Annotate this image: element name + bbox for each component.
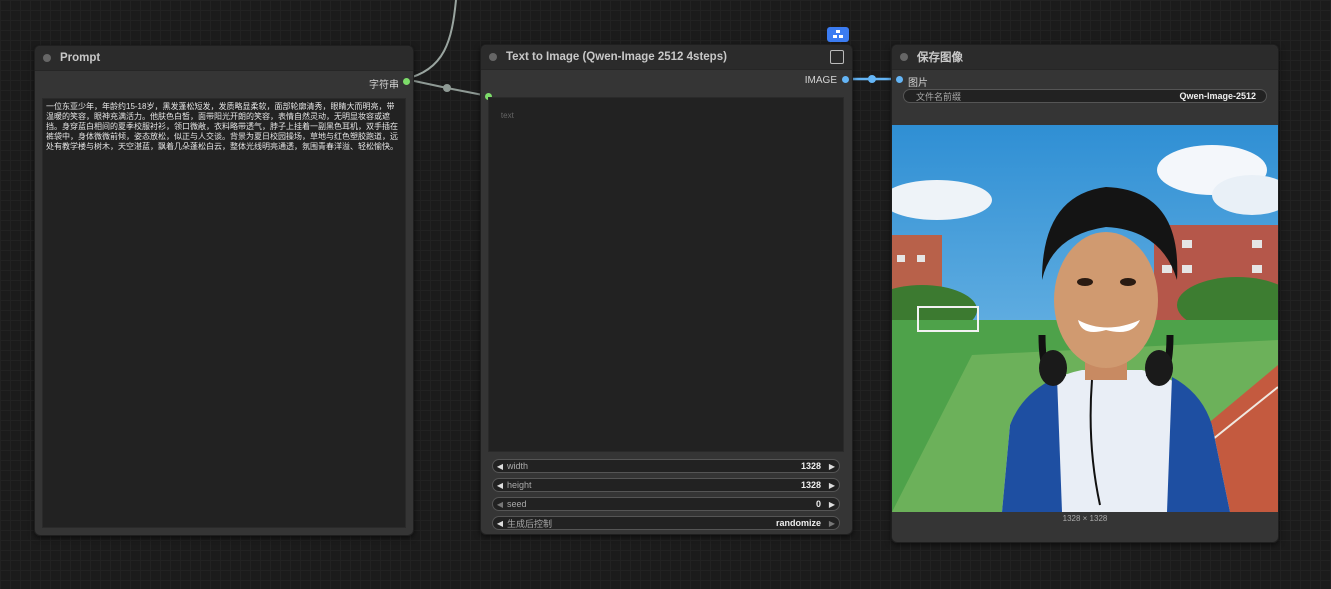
control-next-arrow[interactable]: ▶ <box>825 519 839 528</box>
text-to-image-node[interactable]: Text to Image (Qwen-Image 2512 4steps) I… <box>480 44 853 535</box>
text-input-placeholder: text <box>500 111 514 120</box>
control-after-generate-value[interactable]: randomize <box>776 518 821 528</box>
node-collapse-dot[interactable] <box>489 53 497 61</box>
open-in-new-icon[interactable] <box>830 50 844 64</box>
save-image-node-header[interactable]: 保存图像 <box>892 45 1278 70</box>
generated-image-preview[interactable] <box>892 125 1278 512</box>
seed-increment-arrow[interactable]: ▶ <box>825 500 839 509</box>
node-collapse-dot[interactable] <box>43 54 51 62</box>
image-dimensions-caption: 1328 × 1328 <box>1062 514 1108 523</box>
node-group-icon[interactable] <box>827 27 849 42</box>
string-output-label: 字符串 <box>369 80 399 91</box>
prompt-node[interactable]: Prompt 字符串 一位东亚少年，年龄约15-18岁，黑发蓬松短发，发质略显柔… <box>34 45 414 536</box>
filename-prefix-widget[interactable]: 文件名前缀 Qwen-Image-2512 <box>903 89 1267 103</box>
seed-decrement-arrow[interactable]: ◀ <box>493 500 507 509</box>
width-value[interactable]: 1328 <box>801 461 821 471</box>
image-input[interactable]: 图片 <box>908 74 928 89</box>
seed-widget[interactable]: ◀ seed 0 ▶ <box>492 497 840 511</box>
height-widget[interactable]: ◀ height 1328 ▶ <box>492 478 840 492</box>
text-input-area[interactable]: text <box>488 97 844 452</box>
prompt-textarea[interactable]: 一位东亚少年，年龄约15-18岁，黑发蓬松短发，发质略显柔软，面部轮廓清秀，眼睛… <box>42 98 406 528</box>
image-output[interactable]: IMAGE <box>805 75 837 86</box>
filename-prefix-label: 文件名前缀 <box>916 91 962 102</box>
string-output[interactable]: 字符串 <box>369 76 399 91</box>
width-increment-arrow[interactable]: ▶ <box>825 462 839 471</box>
text-to-image-node-title: Text to Image (Qwen-Image 2512 4steps) <box>506 51 727 63</box>
width-decrement-arrow[interactable]: ◀ <box>493 462 507 471</box>
height-decrement-arrow[interactable]: ◀ <box>493 481 507 490</box>
height-value[interactable]: 1328 <box>801 480 821 490</box>
control-prev-arrow[interactable]: ◀ <box>493 519 507 528</box>
seed-value[interactable]: 0 <box>816 499 821 509</box>
image-input-port[interactable] <box>896 76 903 83</box>
image-output-port[interactable] <box>842 76 849 83</box>
control-after-generate-widget[interactable]: ◀ 生成后控制 randomize ▶ <box>492 516 840 530</box>
string-output-port[interactable] <box>403 78 410 85</box>
control-after-generate-label: 生成后控制 <box>507 518 553 529</box>
image-output-label: IMAGE <box>804 75 837 86</box>
width-widget[interactable]: ◀ width 1328 ▶ <box>492 459 840 473</box>
save-image-node-title: 保存图像 <box>917 52 963 64</box>
save-image-node[interactable]: 保存图像 图片 文件名前缀 Qwen-Image-2512 1328 × 132… <box>891 44 1279 543</box>
width-label: width <box>507 461 529 471</box>
node-collapse-dot[interactable] <box>900 53 908 61</box>
image-input-label: 图片 <box>908 78 928 89</box>
text-to-image-node-header[interactable]: Text to Image (Qwen-Image 2512 4steps) <box>481 45 852 70</box>
filename-prefix-value[interactable]: Qwen-Image-2512 <box>1179 91 1256 101</box>
seed-label: seed <box>507 499 527 509</box>
height-label: height <box>507 480 532 490</box>
prompt-node-header[interactable]: Prompt <box>35 46 413 71</box>
prompt-node-title: Prompt <box>60 52 101 64</box>
height-increment-arrow[interactable]: ▶ <box>825 481 839 490</box>
